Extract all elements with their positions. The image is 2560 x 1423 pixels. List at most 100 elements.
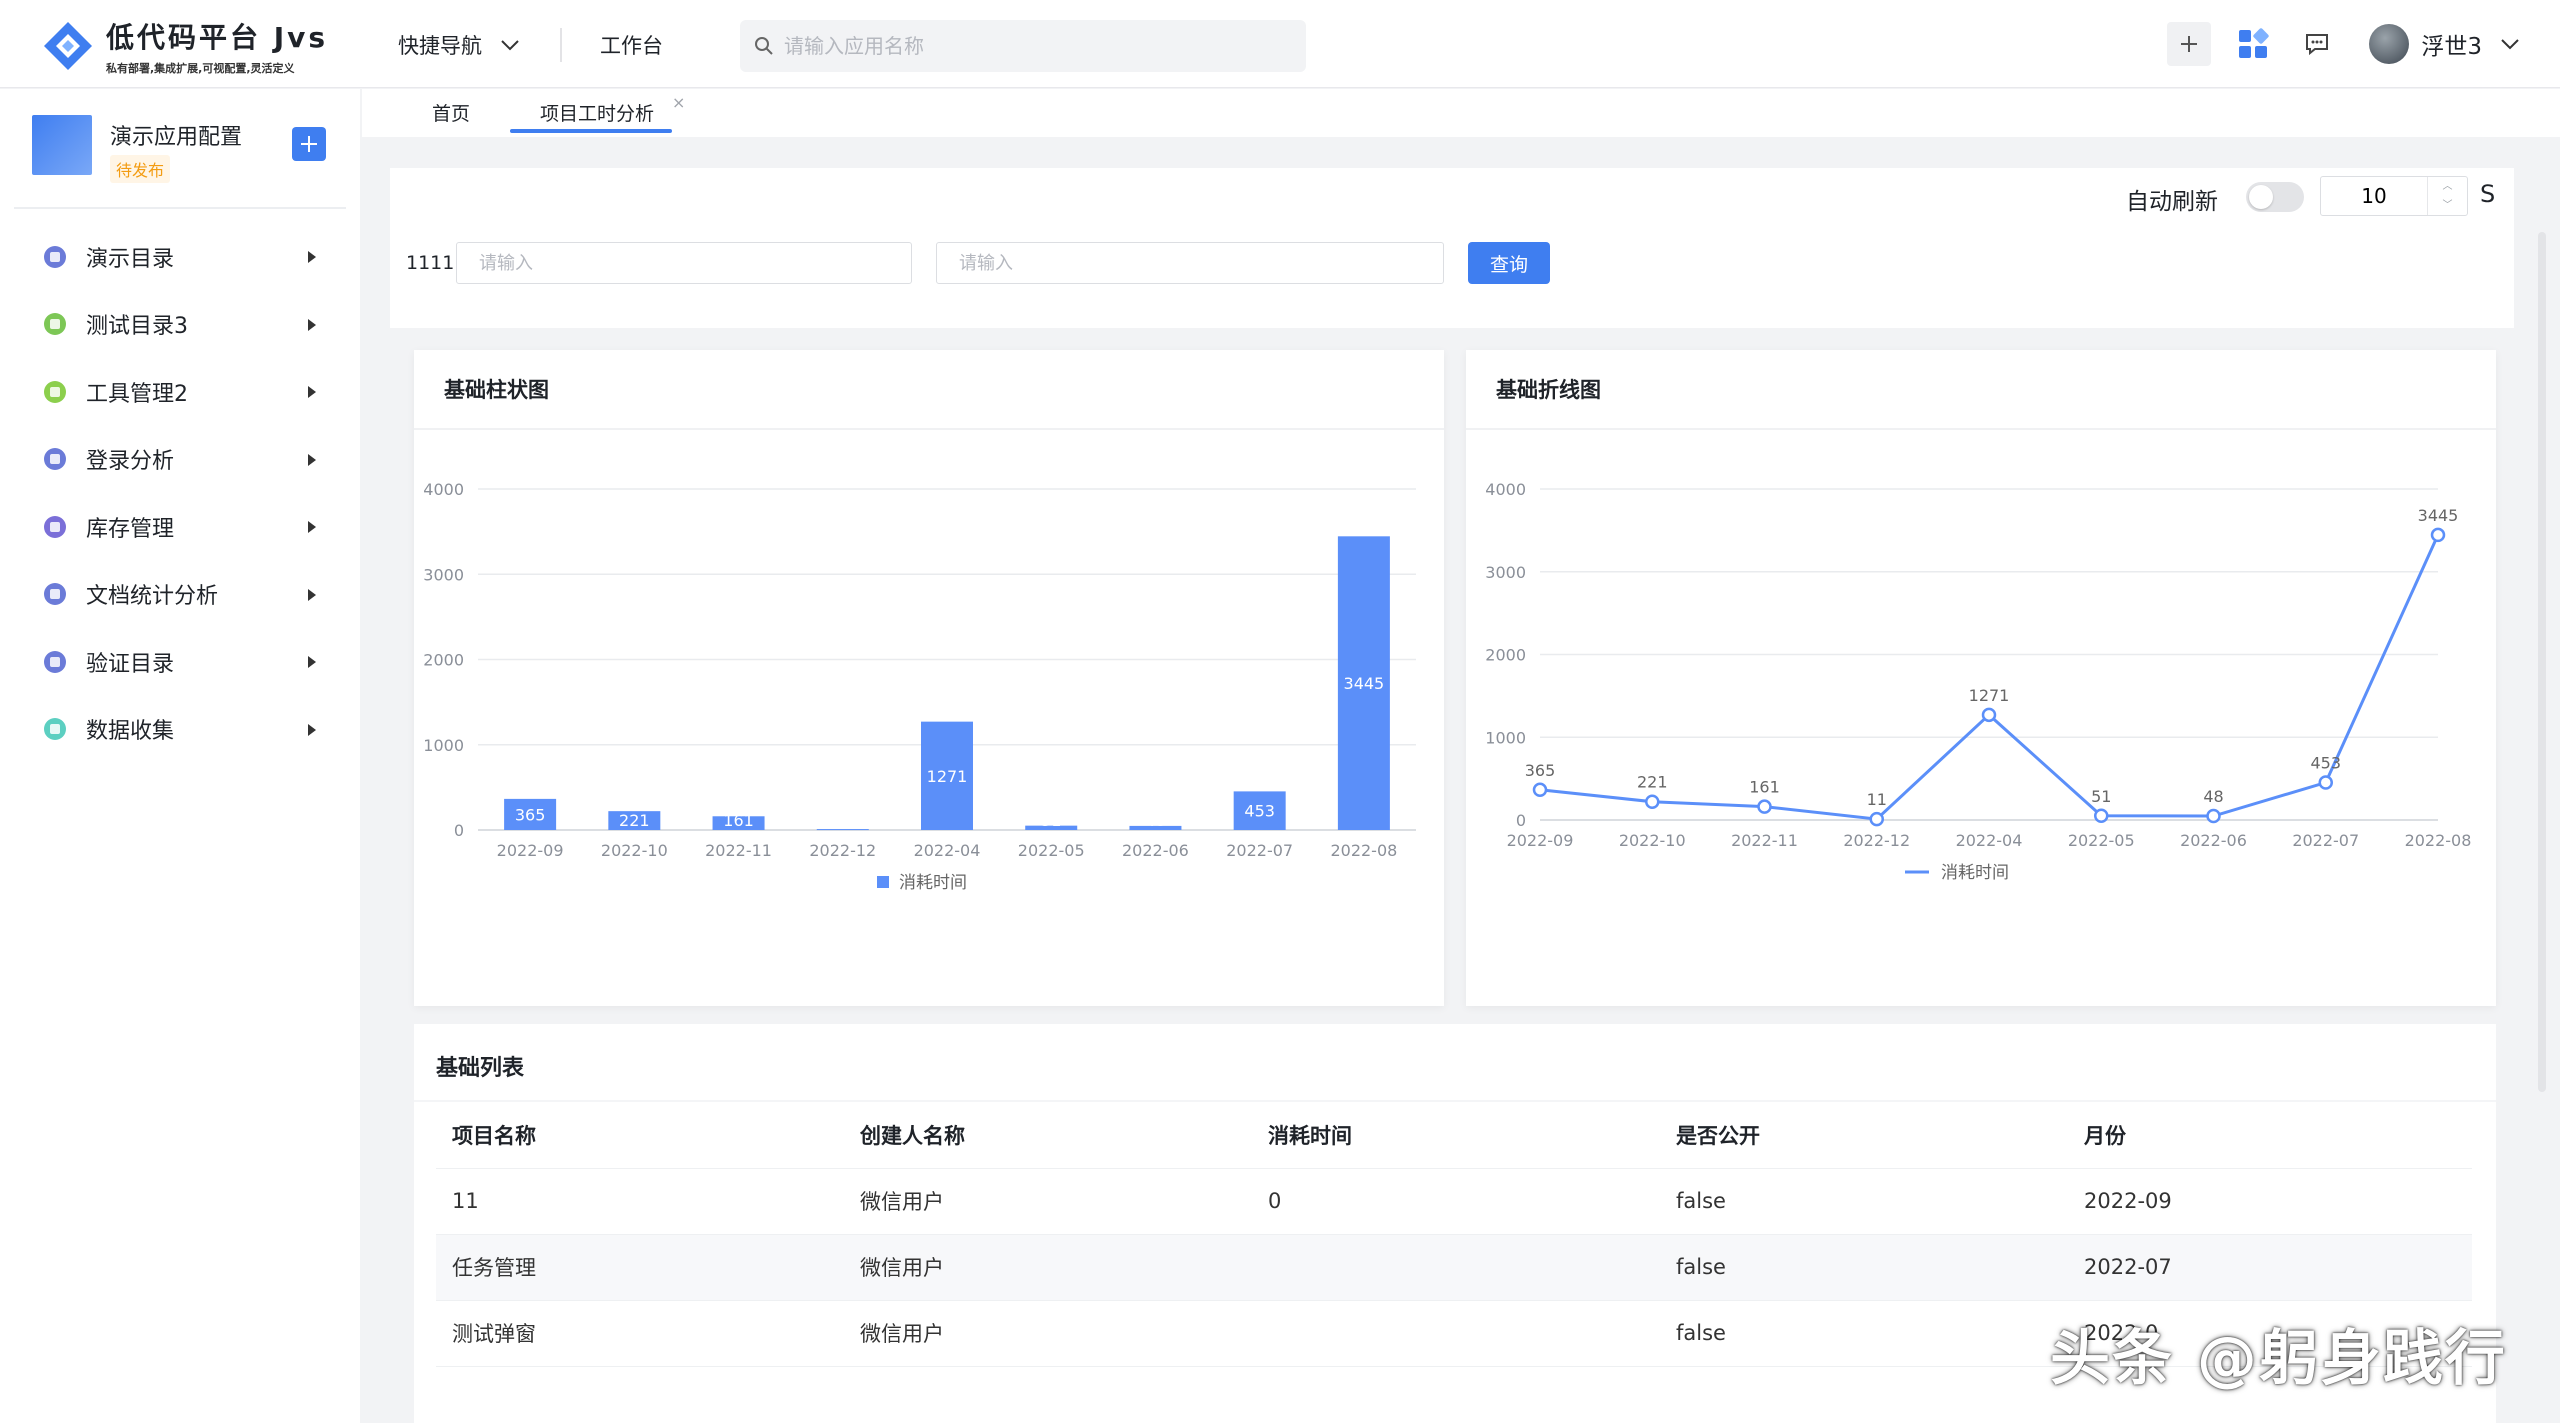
quick-nav-menu[interactable]: 快捷导航 bbox=[398, 30, 520, 60]
sidebar-divider bbox=[14, 207, 346, 209]
table-cell: 11 bbox=[436, 1168, 844, 1235]
toggle-knob bbox=[2249, 185, 2273, 209]
x-tick-label: 2022-10 bbox=[601, 841, 668, 860]
caret-right-icon bbox=[308, 318, 316, 331]
legend-label: 消耗时间 bbox=[1941, 863, 2009, 883]
x-tick-label: 2022-10 bbox=[1619, 831, 1686, 850]
nav-divider bbox=[560, 28, 562, 62]
logo[interactable]: 低代码平台 Jvs 私有部署,集成扩展,可视配置,灵活定义 bbox=[40, 16, 328, 76]
sidebar-item-label: 测试目录3 bbox=[86, 314, 188, 340]
table-cell: 微信用户 bbox=[844, 1234, 1252, 1301]
data-point bbox=[1532, 782, 1548, 798]
x-tick-label: 2022-08 bbox=[2405, 831, 2472, 850]
x-tick-label: 2022-05 bbox=[2068, 831, 2135, 850]
x-tick-label: 2022-09 bbox=[1507, 831, 1574, 850]
table-column-header: 创建人名称 bbox=[844, 1102, 1252, 1169]
search-input[interactable] bbox=[784, 34, 1264, 58]
table-header-row: 项目名称 创建人名称 消耗时间 是否公开 月份 bbox=[436, 1102, 2472, 1169]
sidebar-item[interactable]: 演示目录 bbox=[0, 223, 360, 291]
apps-grid-icon[interactable] bbox=[2231, 22, 2275, 66]
data-point bbox=[2430, 527, 2446, 543]
x-tick-label: 2022-12 bbox=[809, 841, 876, 860]
data-point bbox=[1757, 799, 1772, 814]
data-label: 221 bbox=[619, 811, 650, 830]
bar-chart: 0 1000 2000 3000 4000 2022-09 2022-10 2022-11 20… bbox=[423, 480, 1416, 893]
app-name: 演示应用配置 bbox=[110, 125, 243, 150]
table-cell: 微信用户 bbox=[844, 1168, 1252, 1235]
message-icon[interactable] bbox=[2295, 22, 2339, 66]
add-icon[interactable] bbox=[2167, 22, 2212, 66]
menu-item-icon bbox=[44, 245, 66, 268]
scrollbar[interactable] bbox=[2538, 232, 2546, 1092]
chevron-down-icon[interactable] bbox=[2500, 38, 2520, 50]
filter-input-1[interactable] bbox=[456, 242, 912, 284]
chevron-down-icon bbox=[501, 40, 519, 51]
sidebar-item[interactable]: 登录分析 bbox=[0, 426, 360, 494]
workbench-link[interactable]: 工作台 bbox=[600, 30, 663, 60]
data-label: 48 bbox=[1145, 811, 1165, 830]
table-cell: false bbox=[1660, 1234, 2068, 1301]
refresh-interval-input[interactable] bbox=[2321, 184, 2427, 208]
table-cell: false bbox=[1660, 1168, 2068, 1235]
table-cell: 任务管理 bbox=[436, 1234, 844, 1301]
x-tick-label: 2022-08 bbox=[1330, 841, 1397, 860]
close-icon[interactable]: × bbox=[672, 93, 685, 112]
table-column-header: 消耗时间 bbox=[1252, 1102, 1660, 1169]
x-tick-label: 2022-11 bbox=[1731, 831, 1798, 850]
chevron-up-icon[interactable]: ︿ bbox=[2428, 177, 2467, 196]
sidebar-item-label: 数据收集 bbox=[86, 719, 175, 745]
app-search[interactable] bbox=[740, 20, 1306, 72]
sidebar-item-label: 登录分析 bbox=[86, 449, 175, 475]
add-button[interactable] bbox=[292, 127, 326, 161]
data-label: 48 bbox=[2203, 787, 2223, 806]
legend-label: 消耗时间 bbox=[899, 873, 967, 893]
menu-item-icon bbox=[44, 313, 66, 336]
menu-item-icon bbox=[44, 718, 66, 741]
tab-project-hours[interactable]: 项目工时分析 bbox=[540, 99, 654, 126]
filter-input-2[interactable] bbox=[936, 242, 1444, 284]
y-tick-label: 2000 bbox=[1485, 646, 1526, 665]
app-card[interactable]: 演示应用配置 待发布 bbox=[32, 115, 342, 185]
sidebar-item[interactable]: 验证目录 bbox=[0, 628, 360, 696]
tab-home[interactable]: 首页 bbox=[432, 99, 470, 126]
user-avatar[interactable] bbox=[2369, 24, 2410, 64]
menu-item-icon bbox=[44, 448, 66, 471]
quick-nav-label: 快捷导航 bbox=[398, 34, 482, 58]
y-tick-label: 3000 bbox=[1485, 563, 1526, 582]
user-name[interactable]: 浮世3 bbox=[2421, 27, 2482, 61]
auto-refresh-label: 自动刷新 bbox=[2126, 189, 2218, 215]
sidebar-item[interactable]: 测试目录3 bbox=[0, 291, 360, 359]
unit-label: S bbox=[2480, 180, 2496, 208]
query-button[interactable]: 查询 bbox=[1468, 242, 1550, 284]
x-tick-label: 2022-12 bbox=[1843, 831, 1910, 850]
auto-refresh-toggle[interactable] bbox=[2246, 182, 2304, 212]
logo-subtitle: 私有部署,集成扩展,可视配置,灵活定义 bbox=[106, 62, 295, 75]
y-tick-label: 3000 bbox=[423, 565, 464, 584]
plus-icon bbox=[301, 136, 317, 152]
data-point bbox=[1869, 811, 1884, 827]
sidebar-item[interactable]: 数据收集 bbox=[0, 696, 360, 764]
table-cell: 2022-09 bbox=[2068, 1168, 2472, 1235]
sidebar-item-label: 库存管理 bbox=[86, 516, 175, 542]
tab-bar: 首页 项目工时分析 × bbox=[362, 89, 2560, 137]
chevron-down-icon[interactable]: ﹀ bbox=[2428, 196, 2467, 215]
table-row[interactable]: 任务管理 微信用户 false 2022-07 bbox=[436, 1234, 2472, 1301]
table-column-header: 是否公开 bbox=[1660, 1102, 2068, 1169]
table-row[interactable]: 11 微信用户 0 false 2022-09 bbox=[436, 1168, 2472, 1235]
sidebar-item[interactable]: 文档统计分析 bbox=[0, 561, 360, 629]
x-tick-label: 2022-06 bbox=[1122, 841, 1189, 860]
x-tick-label: 2022-05 bbox=[1018, 841, 1085, 860]
data-point bbox=[1645, 794, 1660, 809]
refresh-interval-stepper[interactable]: ︿ ﹀ bbox=[2320, 176, 2468, 216]
y-tick-label: 1000 bbox=[1485, 728, 1526, 747]
tab-active-indicator bbox=[510, 129, 672, 133]
y-tick-label: 1000 bbox=[423, 736, 464, 755]
x-tick-label: 2022-07 bbox=[1226, 841, 1293, 860]
bar-chart-card: 基础柱状图 0 1000 2000 3000 4000 2022-09 2022-10 202… bbox=[414, 350, 1444, 1006]
sidebar-item[interactable]: 库存管理 bbox=[0, 493, 360, 561]
data-point bbox=[1981, 707, 1997, 723]
main-content: 自动刷新 ︿ ﹀ S 1111: 查询 基础柱状图 0 1000 2000 3000 4… bbox=[390, 168, 2514, 1423]
caret-right-icon bbox=[308, 656, 316, 668]
sidebar-item[interactable]: 工具管理2 bbox=[0, 358, 360, 426]
y-tick-label: 4000 bbox=[1485, 480, 1526, 499]
